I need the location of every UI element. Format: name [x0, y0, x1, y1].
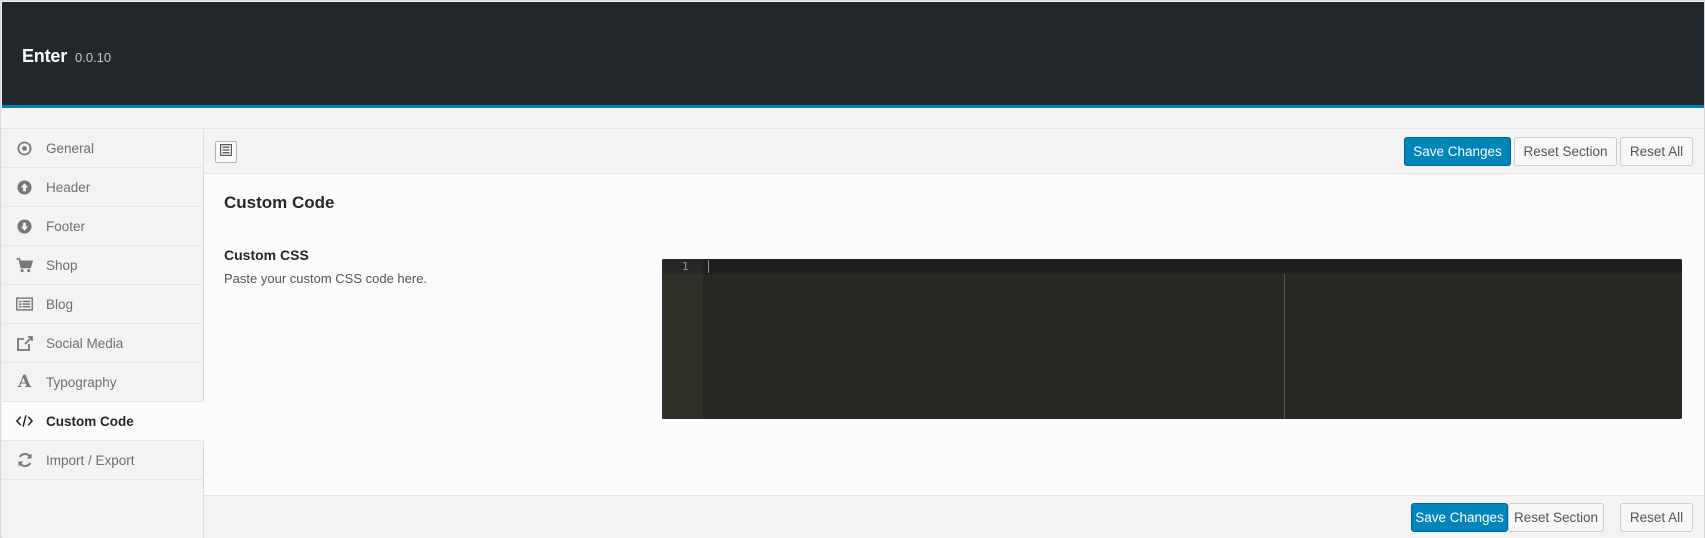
sidebar-item-label: Social Media [46, 335, 124, 351]
code-icon [16, 413, 33, 430]
sidebar-item-typography[interactable]: A Typography [2, 363, 203, 402]
editor-line-number: 1 [682, 260, 689, 273]
editor-cursor [708, 260, 709, 273]
sidebar-item-label: Footer [46, 218, 86, 234]
sidebar-item-blog[interactable]: Blog [2, 285, 203, 324]
arrow-up-circle-icon [16, 179, 33, 196]
sidebar-item-footer[interactable]: Footer [2, 207, 203, 246]
target-icon [16, 140, 33, 157]
header-subbar [2, 108, 1704, 129]
expand-toggle-button[interactable] [215, 141, 237, 163]
reset-all-button[interactable]: Reset All [1620, 137, 1693, 166]
sidebar-item-general[interactable]: General [2, 129, 203, 168]
bottom-toolbar: Save Changes Reset Section Reset All [204, 495, 1704, 538]
reset-section-button[interactable]: Reset Section [1508, 503, 1604, 532]
save-changes-button[interactable]: Save Changes [1411, 503, 1508, 532]
sidebar-item-label: Shop [46, 257, 78, 273]
save-changes-button[interactable]: Save Changes [1404, 137, 1511, 166]
editor-active-line [662, 259, 1682, 274]
share-icon [16, 335, 33, 352]
sidebar-item-header[interactable]: Header [2, 168, 203, 207]
editor-print-margin [1284, 274, 1285, 419]
cart-icon [16, 257, 33, 274]
main-content: Save Changes Reset Section Reset All Cus… [204, 129, 1704, 538]
app-header: Enter 0.0.10 [2, 2, 1704, 108]
top-toolbar: Save Changes Reset Section Reset All [204, 129, 1704, 174]
sidebar: General Header Footer Shop Blog Social M… [2, 129, 204, 538]
sidebar-item-social-media[interactable]: Social Media [2, 324, 203, 363]
sidebar-item-label: General [46, 140, 95, 156]
field-description: Paste your custom CSS code here. [224, 271, 428, 286]
sidebar-item-label: Import / Export [46, 452, 135, 468]
field-title: Custom CSS [224, 247, 309, 263]
refresh-icon [16, 452, 33, 469]
css-code-editor[interactable]: 1 [662, 259, 1682, 419]
app-title: Enter [22, 46, 68, 66]
sidebar-item-import-export[interactable]: Import / Export [2, 441, 203, 480]
app-version: 0.0.10 [75, 50, 112, 65]
font-icon: A [17, 372, 32, 392]
reset-all-button[interactable]: Reset All [1620, 503, 1693, 532]
reset-section-button[interactable]: Reset Section [1514, 137, 1617, 166]
sidebar-item-shop[interactable]: Shop [2, 246, 203, 285]
list-icon [16, 296, 33, 313]
section-title: Custom Code [224, 193, 335, 212]
sidebar-item-label: Custom Code [46, 413, 134, 429]
sidebar-item-label: Header [46, 179, 91, 195]
sidebar-item-label: Blog [46, 296, 74, 312]
options-panel: Enter 0.0.10 General Header Footer Shop … [0, 0, 1705, 538]
sidebar-item-custom-code[interactable]: Custom Code [2, 402, 204, 441]
editor-gutter [662, 259, 703, 419]
arrow-down-circle-icon [16, 218, 33, 235]
sidebar-toggle-icon [220, 143, 233, 161]
sidebar-item-label: Typography [46, 374, 117, 390]
